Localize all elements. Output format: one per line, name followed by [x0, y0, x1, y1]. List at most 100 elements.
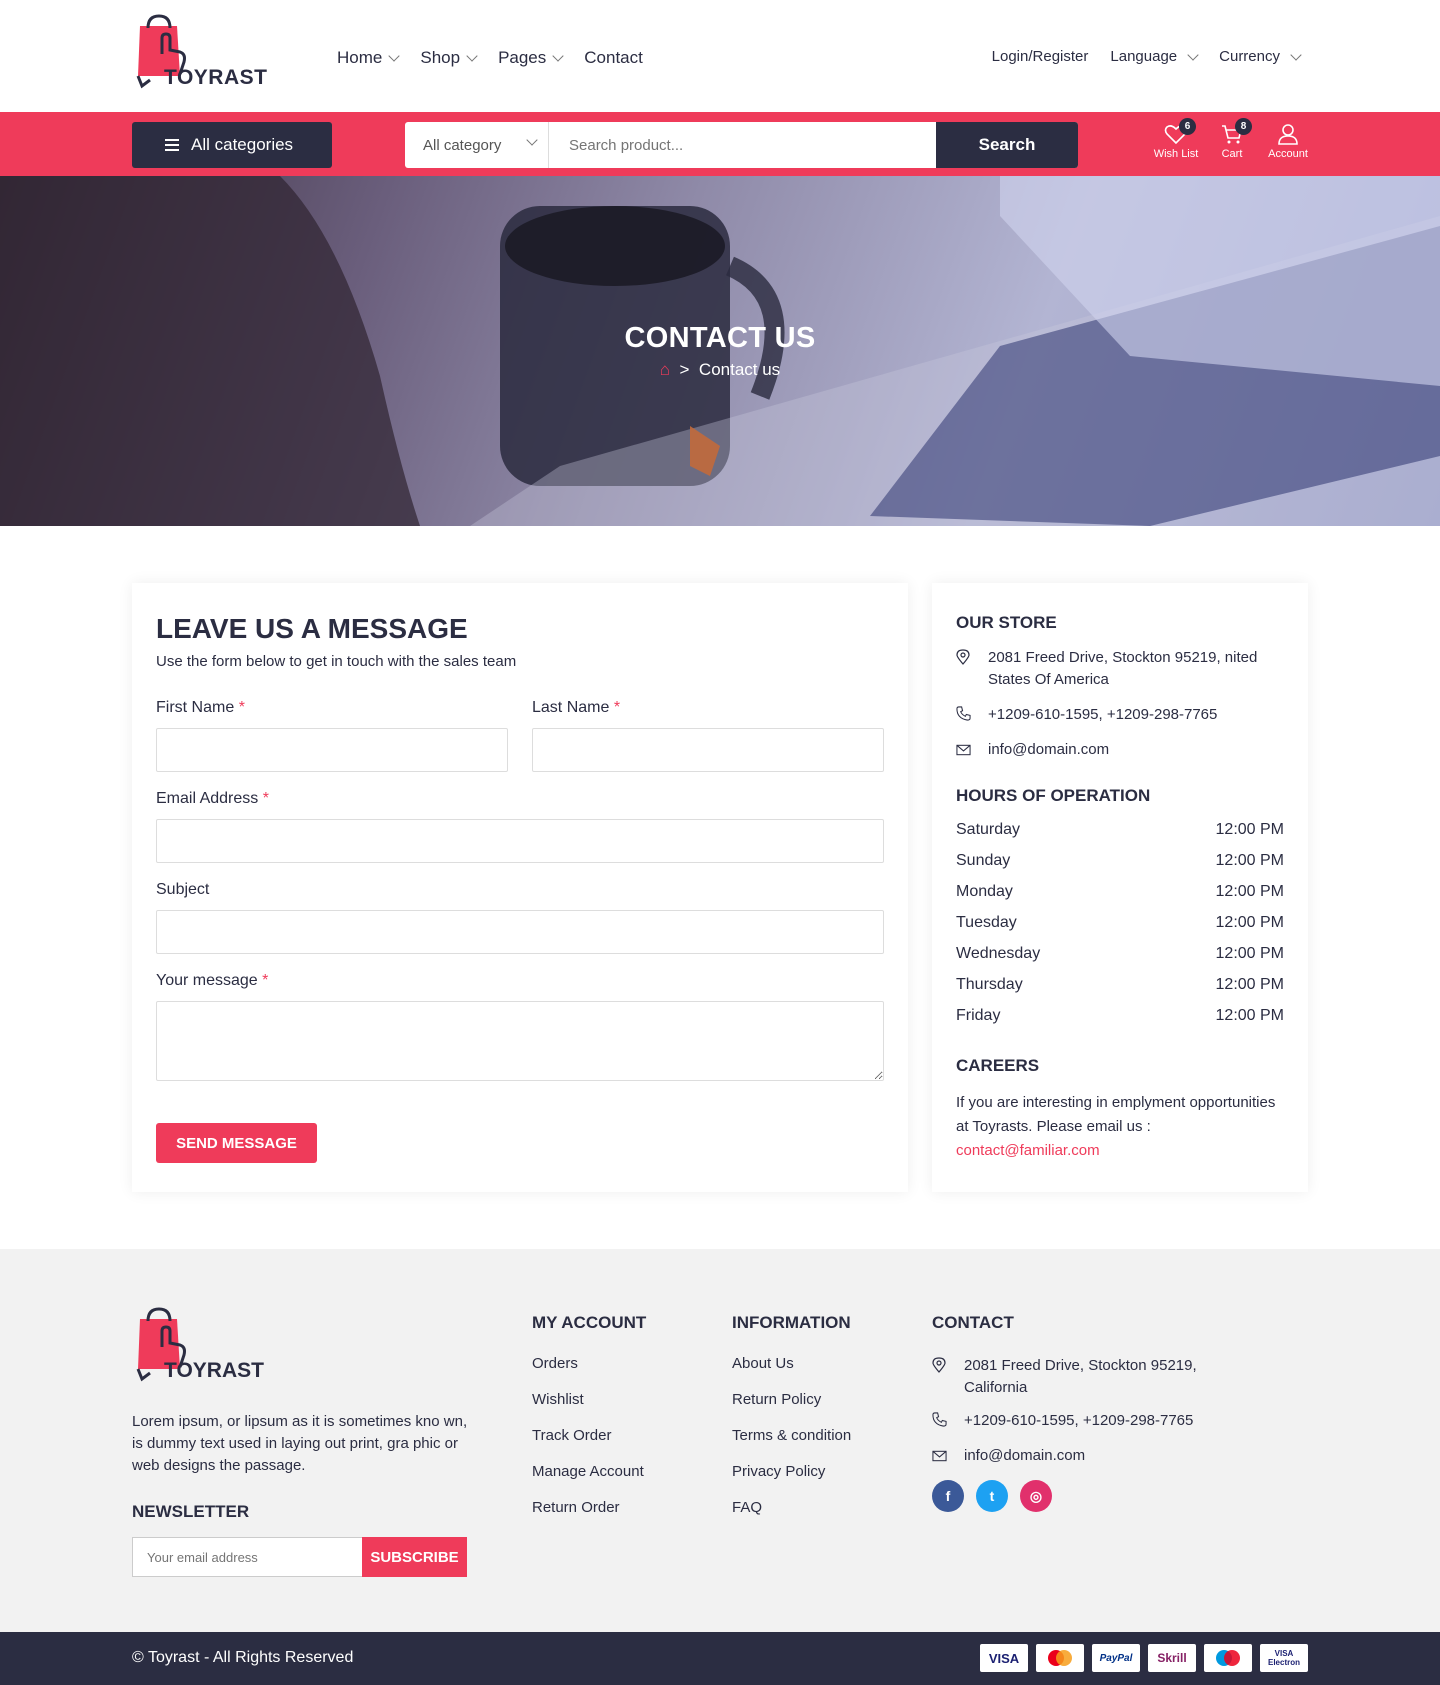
page-title: CONTACT US — [624, 322, 816, 354]
phone-icon — [956, 704, 988, 728]
footer-link-privacy[interactable]: Privacy Policy — [732, 1463, 851, 1499]
hero-banner: CONTACT US ⌂ > Contact us — [0, 176, 1440, 526]
home-icon[interactable]: ⌂ — [660, 360, 670, 379]
footer-logo-text[interactable]: TOYRAST — [164, 1359, 264, 1383]
wishlist-button[interactable]: 6 Wish List — [1148, 118, 1204, 160]
nav-pages-label: Pages — [498, 48, 547, 67]
footer-link-manage-account[interactable]: Manage Account — [532, 1463, 646, 1499]
footer-link-faq[interactable]: FAQ — [732, 1499, 851, 1535]
header-icons: 6 Wish List 8 Cart Account — [1148, 118, 1316, 160]
copyright-bar: © Toyrast - All Rights Reserved VISA Pay… — [0, 1632, 1440, 1685]
map-pin-icon — [932, 1355, 964, 1399]
form-title: LEAVE US A MESSAGE — [156, 613, 468, 644]
currency-dropdown[interactable]: Currency — [1219, 48, 1302, 65]
account-button[interactable]: Account — [1260, 120, 1316, 160]
message-label: Your message * — [156, 972, 268, 990]
chevron-down-icon — [1290, 48, 1302, 61]
facebook-icon[interactable]: f — [932, 1480, 964, 1512]
contact-form-card: LEAVE US A MESSAGE Use the form below to… — [132, 583, 908, 1192]
paypal-icon: PayPal — [1092, 1644, 1140, 1672]
careers-email-link[interactable]: contact@familiar.com — [956, 1142, 1100, 1159]
all-categories-label: All categories — [191, 135, 294, 154]
nav-home-label: Home — [337, 48, 383, 67]
email-label: Email Address * — [156, 790, 269, 808]
nav-contact[interactable]: Contact — [584, 48, 643, 68]
cart-label: Cart — [1221, 148, 1243, 160]
footer-link-return-policy[interactable]: Return Policy — [732, 1391, 851, 1427]
skrill-icon: Skrill — [1148, 1644, 1196, 1672]
chevron-down-icon — [466, 50, 478, 62]
footer-link-wishlist[interactable]: Wishlist — [532, 1391, 646, 1427]
our-store-title: OUR STORE — [956, 613, 1057, 632]
instagram-icon[interactable]: ◎ — [1020, 1480, 1052, 1512]
footer-link-return-order[interactable]: Return Order — [532, 1499, 646, 1535]
information-column: INFORMATION About Us Return Policy Terms… — [732, 1313, 851, 1535]
hours-time: 12:00 PM — [1215, 914, 1284, 931]
search-form: All category Search — [405, 122, 1078, 168]
hours-row: Thursday 12:00 PM — [956, 976, 1284, 1007]
footer-email-text[interactable]: info@domain.com — [964, 1445, 1085, 1469]
nav-pages[interactable]: Pages — [498, 48, 564, 68]
footer-address: 2081 Freed Drive, Stockton 95219, Califo… — [932, 1355, 1232, 1399]
search-input[interactable] — [549, 122, 936, 168]
send-message-button[interactable]: SEND MESSAGE — [156, 1123, 317, 1163]
category-select[interactable]: All category — [405, 122, 549, 168]
contact-column: CONTACT 2081 Freed Drive, Stockton 95219… — [932, 1313, 1232, 1512]
nav-shop[interactable]: Shop — [420, 48, 478, 68]
my-account-column: MY ACCOUNT Orders Wishlist Track Order M… — [532, 1313, 646, 1535]
my-account-title: MY ACCOUNT — [532, 1313, 647, 1332]
store-email: info@domain.com — [956, 739, 1109, 763]
hours-day: Friday — [956, 1007, 1001, 1024]
newsletter-title: NEWSLETTER — [132, 1502, 250, 1521]
hours-row: Friday 12:00 PM — [956, 1007, 1284, 1038]
store-email-text[interactable]: info@domain.com — [988, 739, 1109, 763]
top-header: TOYRAST Home Shop Pages Contact Login/Re… — [0, 0, 1440, 112]
cart-count-badge: 8 — [1235, 118, 1252, 135]
email-input[interactable] — [156, 819, 884, 863]
hours-row: Tuesday 12:00 PM — [956, 914, 1284, 945]
subject-input[interactable] — [156, 910, 884, 954]
newsletter-email-input[interactable] — [132, 1537, 362, 1577]
hours-day: Monday — [956, 883, 1013, 900]
footer-link-track-order[interactable]: Track Order — [532, 1427, 646, 1463]
required-mark: * — [262, 790, 269, 807]
store-info-card: OUR STORE 2081 Freed Drive, Stockton 952… — [932, 583, 1308, 1192]
cart-button[interactable]: 8 Cart — [1204, 118, 1260, 160]
chevron-down-icon — [526, 134, 538, 146]
newsletter-form: SUBSCRIBE — [132, 1537, 467, 1577]
chevron-down-icon — [1187, 48, 1199, 61]
footer-link-orders[interactable]: Orders — [532, 1355, 646, 1391]
twitter-icon[interactable]: t — [976, 1480, 1008, 1512]
last-name-input[interactable] — [532, 728, 884, 772]
nav-home[interactable]: Home — [337, 48, 401, 68]
wishlist-count-badge: 6 — [1179, 118, 1196, 135]
all-categories-button[interactable]: All categories — [132, 122, 332, 168]
search-button[interactable]: Search — [936, 122, 1078, 168]
logo-text[interactable]: TOYRAST — [164, 66, 267, 90]
footer-link-about-us[interactable]: About Us — [732, 1355, 851, 1391]
footer-email: info@domain.com — [932, 1445, 1232, 1469]
map-pin-icon — [956, 647, 988, 691]
hours-day: Tuesday — [956, 914, 1017, 931]
nav-shop-label: Shop — [420, 48, 461, 67]
subscribe-button[interactable]: SUBSCRIBE — [362, 1537, 467, 1577]
hours-time: 12:00 PM — [1215, 976, 1284, 993]
last-name-label: Last Name * — [532, 699, 620, 717]
contact-title: CONTACT — [932, 1313, 1014, 1332]
first-name-label-text: First Name — [156, 699, 235, 716]
login-register-link[interactable]: Login/Register — [992, 48, 1089, 65]
footer-link-terms[interactable]: Terms & condition — [732, 1427, 851, 1463]
careers-text: If you are interesting in emplyment oppo… — [956, 1091, 1286, 1163]
first-name-input[interactable] — [156, 728, 508, 772]
last-name-label-text: Last Name — [532, 699, 610, 716]
menu-icon — [165, 139, 179, 151]
message-textarea[interactable] — [156, 1001, 884, 1081]
language-dropdown[interactable]: Language — [1110, 48, 1199, 65]
hours-row: Sunday 12:00 PM — [956, 852, 1284, 883]
first-name-label: First Name * — [156, 699, 245, 717]
store-phone-text: +1209-610-1595, +1209-298-7765 — [988, 706, 1218, 723]
hours-row: Saturday 12:00 PM — [956, 821, 1284, 852]
information-title: INFORMATION — [732, 1313, 851, 1332]
breadcrumb-current: Contact us — [698, 360, 781, 379]
required-mark: * — [238, 699, 245, 716]
